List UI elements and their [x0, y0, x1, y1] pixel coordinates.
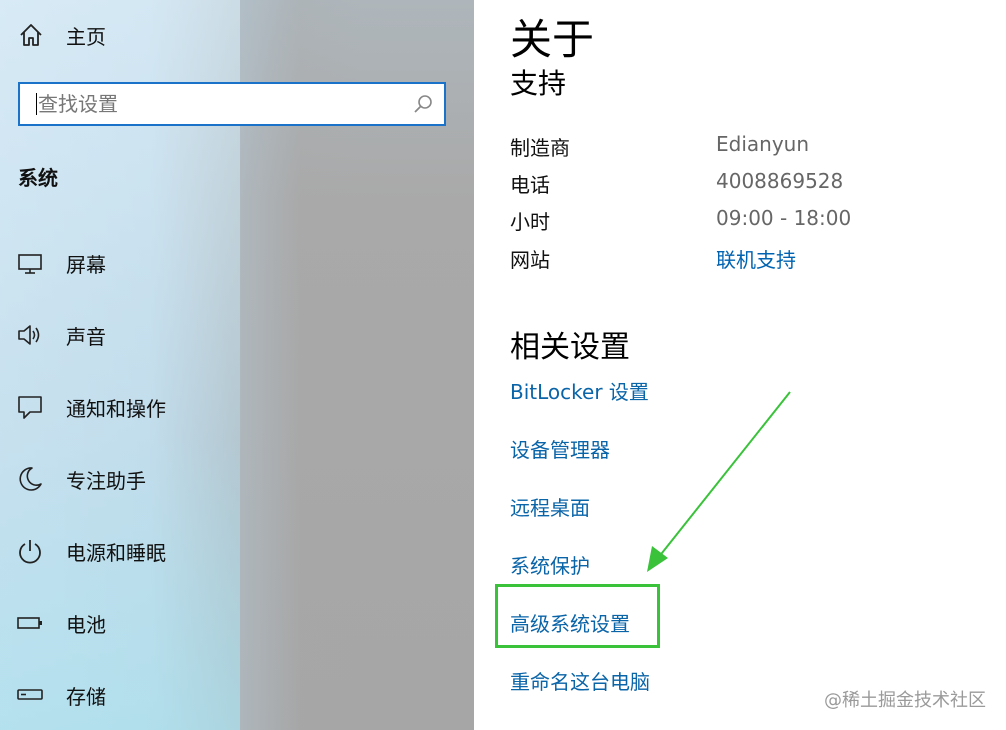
search-input[interactable]	[38, 92, 412, 116]
sidebar-item-power-sleep[interactable]: 电源和睡眠	[16, 534, 166, 568]
sidebar-item-label: 声音	[66, 324, 106, 349]
sidebar-item-label: 存储	[66, 684, 106, 709]
rename-pc-link[interactable]: 重命名这台电脑	[510, 666, 650, 695]
bitlocker-settings-link[interactable]: BitLocker 设置	[510, 376, 649, 405]
phone-value: 4008869528	[716, 169, 844, 193]
system-protection-link[interactable]: 系统保护	[510, 550, 590, 579]
sidebar-item-focus-assist[interactable]: 专注助手	[16, 462, 146, 496]
settings-sidebar: 主页 系统 屏幕 声音 通知和操作 专注助手	[0, 0, 474, 730]
storage-icon	[16, 681, 44, 709]
moon-icon	[16, 465, 44, 493]
search-icon[interactable]	[412, 93, 434, 115]
sidebar-item-label: 电源和睡眠	[66, 540, 166, 565]
speaker-icon	[16, 321, 44, 349]
online-support-link[interactable]: 联机支持	[716, 244, 796, 273]
support-heading: 支持	[510, 67, 567, 100]
watermark-text: @稀土掘金技术社区	[824, 690, 986, 711]
power-icon	[16, 537, 44, 565]
sidebar-item-label: 电池	[66, 612, 106, 637]
sidebar-item-display[interactable]: 屏幕	[16, 246, 106, 280]
home-icon	[20, 24, 42, 46]
phone-label: 电话	[510, 173, 550, 197]
text-caret	[36, 93, 37, 115]
manufacturer-label: 制造商	[510, 136, 570, 160]
device-manager-link[interactable]: 设备管理器	[510, 434, 610, 463]
sidebar-item-label: 通知和操作	[66, 396, 166, 421]
sidebar-item-label: 专注助手	[66, 468, 146, 493]
sidebar-item-notifications[interactable]: 通知和操作	[16, 390, 166, 424]
search-box[interactable]	[18, 82, 446, 126]
remote-desktop-link[interactable]: 远程桌面	[510, 492, 590, 521]
annotation-highlight-box	[495, 584, 660, 648]
sidebar-item-battery[interactable]: 电池	[16, 606, 106, 640]
manufacturer-value: Edianyun	[716, 132, 810, 156]
sidebar-item-storage[interactable]: 存储	[16, 678, 106, 712]
monitor-icon	[16, 249, 44, 277]
related-settings-heading: 相关设置	[510, 330, 630, 365]
sidebar-item-label: 屏幕	[66, 252, 106, 277]
sidebar-section-title: 系统	[18, 166, 58, 190]
hours-value: 09:00 - 18:00	[716, 206, 852, 230]
home-label: 主页	[66, 24, 106, 49]
home-nav-item[interactable]: 主页	[18, 18, 106, 52]
website-label: 网站	[510, 248, 550, 272]
battery-icon	[16, 609, 44, 637]
notification-icon	[16, 393, 44, 421]
hours-label: 小时	[510, 210, 550, 234]
sidebar-item-sound[interactable]: 声音	[16, 318, 106, 352]
page-title: 关于	[510, 15, 595, 64]
